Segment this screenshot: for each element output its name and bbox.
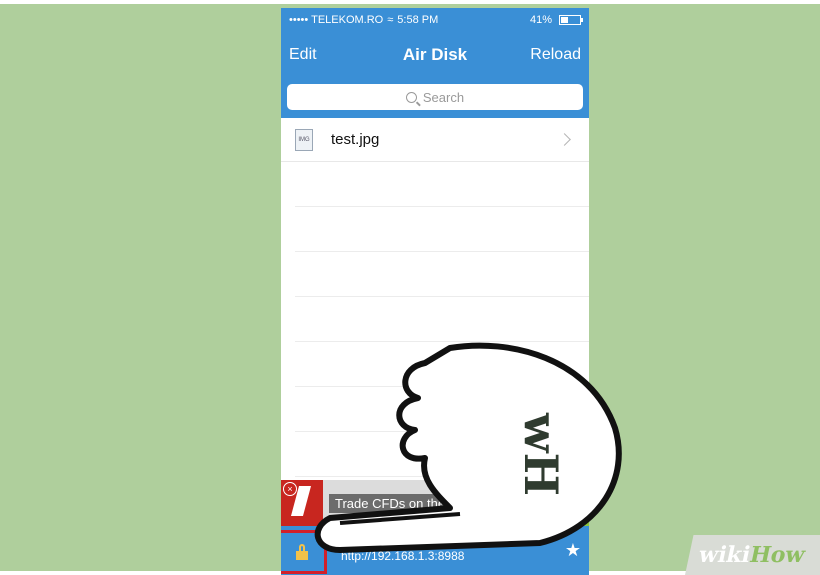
phone-screen: ••••• TELEKOM.RO ≈ 5:58 PM 41% Edit Air … (281, 8, 589, 575)
empty-row (295, 252, 589, 297)
search-input[interactable]: Search (287, 84, 583, 110)
battery-percent: 41% (529, 14, 552, 26)
lock-icon (296, 543, 308, 560)
wikihow-watermark: wiki How (685, 535, 820, 575)
server-info: Use Desktop Browser http://192.168.1.3:8… (341, 534, 464, 564)
nav-bar: Edit Air Disk Reload (281, 32, 589, 78)
edit-button[interactable]: Edit (289, 46, 317, 64)
download-arrow-icon[interactable]: ↓ (544, 480, 589, 526)
carrier-label: ••••• TELEKOM.RO (289, 14, 384, 26)
bottom-bar: Use Desktop Browser http://192.168.1.3:8… (281, 526, 589, 575)
battery-icon (559, 15, 583, 25)
ad-banner[interactable]: × Trade CFDs on the Go ↓ (281, 480, 589, 526)
image-file-icon: IMG (295, 128, 313, 151)
empty-row (295, 432, 589, 477)
star-icon[interactable]: ★ (565, 540, 581, 561)
file-list: IMG test.jpg (281, 118, 589, 477)
search-placeholder: Search (422, 89, 465, 105)
ad-text: Trade CFDs on the Go (329, 493, 473, 513)
reload-button[interactable]: Reload (530, 46, 581, 64)
lock-button[interactable] (281, 530, 327, 574)
file-name: test.jpg (331, 131, 380, 148)
watermark-how: How (747, 542, 808, 568)
empty-row (295, 387, 589, 432)
watermark-wiki: wiki (696, 542, 753, 568)
status-time: 5:58 PM (397, 14, 439, 26)
status-bar: ••••• TELEKOM.RO ≈ 5:58 PM 41% (281, 8, 589, 32)
ad-close-icon[interactable]: × (283, 482, 297, 496)
ad-logo: × (281, 480, 323, 526)
search-container: Search (281, 78, 589, 118)
empty-row (295, 342, 589, 387)
empty-row (295, 207, 589, 252)
server-url: http://192.168.1.3:8988 (341, 549, 465, 563)
desktop-browser-label: Use Desktop Browser (341, 534, 458, 548)
list-item[interactable]: IMG test.jpg (281, 118, 589, 162)
chevron-right-icon (558, 133, 571, 146)
empty-row (295, 162, 589, 207)
wifi-icon: ≈ (387, 14, 394, 26)
empty-row (295, 297, 589, 342)
search-icon (405, 91, 417, 103)
